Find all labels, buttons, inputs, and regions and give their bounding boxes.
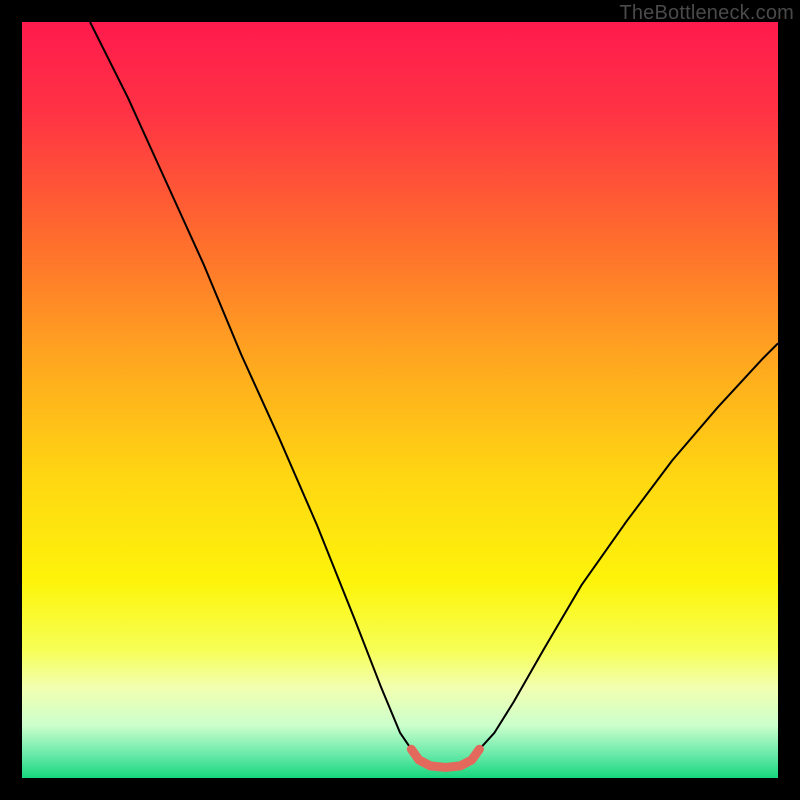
watermark-text: TheBottleneck.com: [619, 2, 794, 25]
chart-plot-area: [22, 22, 778, 778]
chart-frame: TheBottleneck.com: [0, 0, 800, 800]
chart-svg: [22, 22, 778, 778]
